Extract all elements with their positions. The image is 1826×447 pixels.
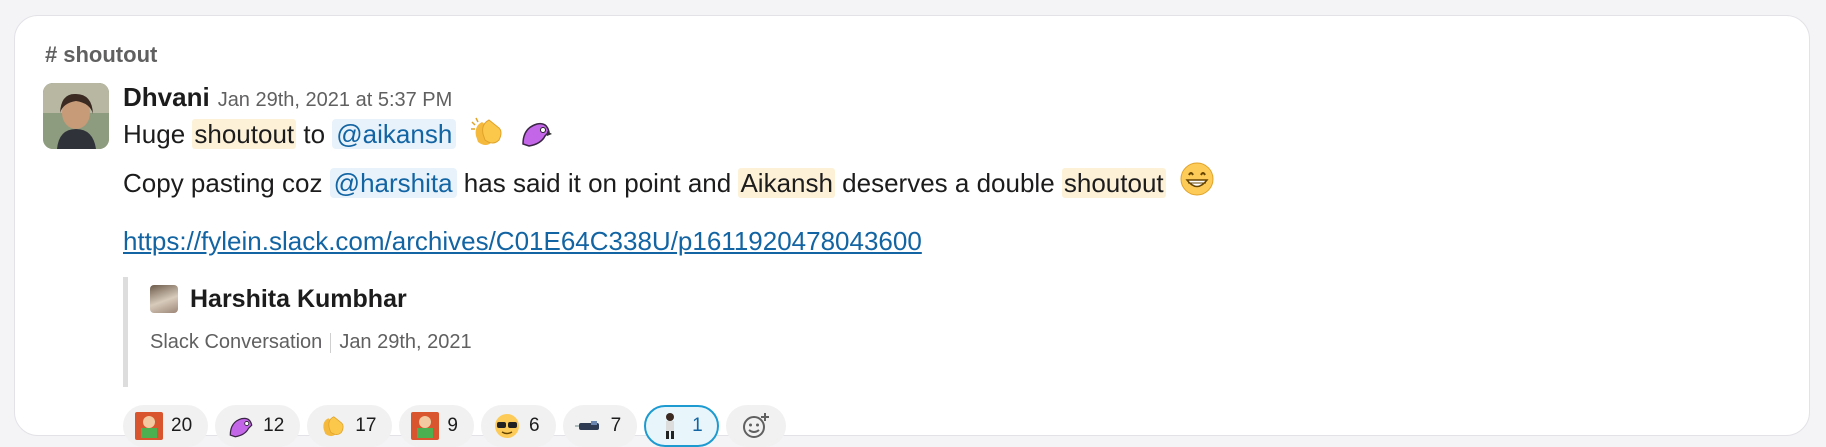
gift-person-icon <box>135 412 163 440</box>
gift-person-icon <box>411 412 440 440</box>
link-unfurl-attachment[interactable]: Harshita Kumbhar Slack Conversation Jan … <box>123 277 1779 387</box>
reaction-pill[interactable]: 9 <box>399 405 474 447</box>
message-card: # shoutout Dhvani Jan 29th, 2021 at 5:37… <box>14 15 1810 447</box>
text-segment: to <box>296 119 333 149</box>
user-mention[interactable]: @harshita <box>329 168 457 198</box>
grin-icon <box>1179 161 1215 208</box>
channel-header[interactable]: # shoutout <box>45 42 157 68</box>
reaction-pill[interactable]: 7 <box>562 405 638 447</box>
party-parrot-icon <box>227 412 255 440</box>
reaction-pill-selected[interactable]: 1 <box>644 405 719 447</box>
clap-icon <box>470 116 506 159</box>
highlighted-word: shoutout <box>1061 168 1166 198</box>
hash-icon: # <box>45 42 58 67</box>
reaction-pill[interactable]: 6 <box>481 405 556 447</box>
clap-icon <box>319 412 347 440</box>
reaction-count: 12 <box>263 415 285 436</box>
reactions-bar: 20 12 17 9 6 7 1 <box>123 405 1779 447</box>
message-header: Dhvani Jan 29th, 2021 at 5:37 PM <box>123 82 1779 114</box>
message-timestamp[interactable]: Jan 29th, 2021 at 5:37 PM <box>218 89 453 112</box>
person-standing-icon <box>656 412 684 440</box>
attachment-header: Harshita Kumbhar <box>150 281 1779 317</box>
message-link[interactable]: https://fylein.slack.com/archives/C01E64… <box>123 226 1779 257</box>
rocket-car-icon <box>574 412 603 440</box>
message-body: Dhvani Jan 29th, 2021 at 5:37 PM Huge sh… <box>123 82 1779 447</box>
reaction-pill[interactable]: 20 <box>123 405 209 447</box>
highlighted-word: Aikansh <box>738 168 835 198</box>
attachment-avatar <box>150 285 178 313</box>
attachment-source: Slack Conversation <box>150 331 323 353</box>
meta-separator <box>330 332 332 353</box>
reaction-count: 9 <box>447 415 458 436</box>
text-segment: Huge <box>123 119 193 149</box>
user-mention[interactable]: @aikansh <box>332 119 457 149</box>
reaction-count: 7 <box>610 415 622 436</box>
message-line-2: Copy pasting coz @harshita has said it o… <box>123 161 1779 208</box>
text-segment: has said it on point and <box>456 168 739 198</box>
add-reaction-button[interactable] <box>725 405 786 447</box>
sunglasses-face-icon <box>493 412 521 440</box>
attachment-date[interactable]: Jan 29th, 2021 <box>339 331 471 354</box>
reaction-pill[interactable]: 17 <box>307 405 393 447</box>
attachment-meta: Slack Conversation Jan 29th, 2021 <box>150 331 1779 354</box>
avatar[interactable] <box>43 83 109 149</box>
highlighted-word: shoutout <box>192 119 297 149</box>
partyparrot-icon <box>519 118 553 159</box>
message-line-1: Huge shoutout to @aikansh <box>123 114 1779 159</box>
reaction-count: 1 <box>692 415 703 436</box>
channel-name[interactable]: shoutout <box>63 42 157 68</box>
reaction-count: 6 <box>529 415 540 436</box>
reaction-count: 20 <box>171 415 193 436</box>
attachment-author[interactable]: Harshita Kumbhar <box>190 285 407 314</box>
text-segment: Copy pasting coz <box>123 168 330 198</box>
author-name[interactable]: Dhvani <box>123 82 210 113</box>
add-emoji-icon <box>742 413 769 438</box>
reaction-count: 17 <box>355 415 377 436</box>
avatar-image <box>43 83 109 149</box>
reaction-pill[interactable]: 12 <box>215 405 301 447</box>
text-segment: deserves a double <box>834 168 1062 198</box>
